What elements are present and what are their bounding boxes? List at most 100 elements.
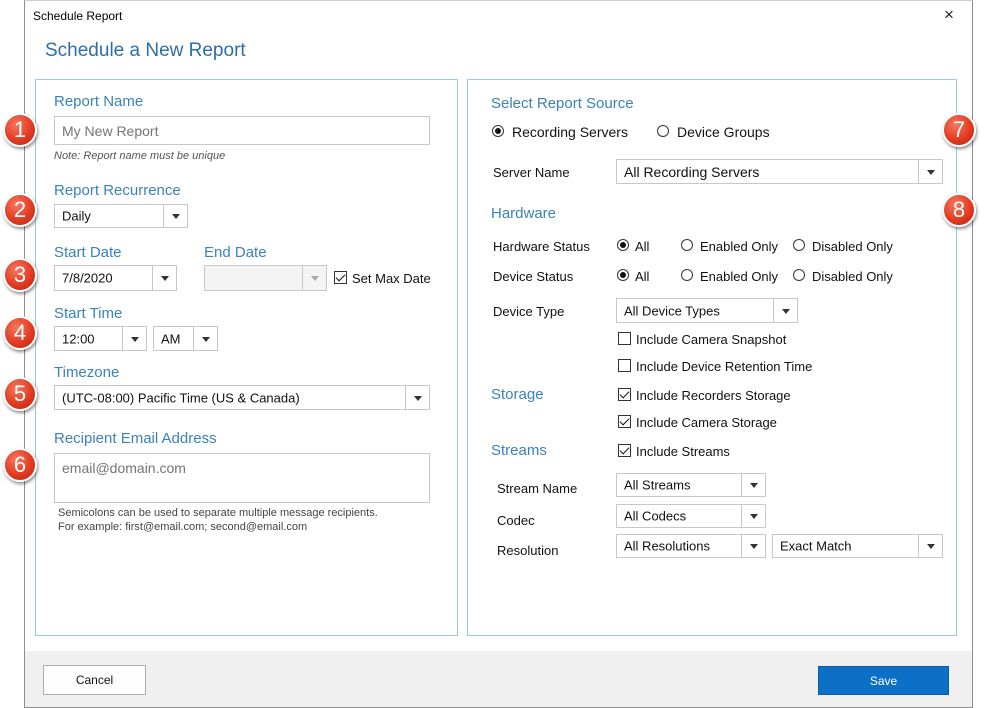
ampm-dropdown[interactable]: AM (153, 326, 218, 351)
cancel-button[interactable]: Cancel (43, 665, 146, 695)
include-snapshot-checkbox[interactable] (618, 332, 631, 345)
callout-badge-2: 2 (3, 193, 37, 227)
device-type-value: All Device Types (624, 303, 720, 318)
timezone-value: (UTC-08:00) Pacific Time (US & Canada) (62, 390, 300, 405)
hardware-status-enabled-label[interactable]: Enabled Only (700, 239, 778, 254)
resolution-value: All Resolutions (624, 538, 710, 554)
callout-badge-3: 3 (3, 258, 37, 292)
dialog-window: Schedule Report × Schedule a New Report … (24, 0, 973, 708)
storage-label: Storage (491, 386, 544, 403)
dialog-footer: Cancel Save (25, 651, 972, 707)
chevron-down-icon[interactable] (918, 535, 942, 557)
recurrence-label: Report Recurrence (54, 182, 181, 199)
include-snapshot-label[interactable]: Include Camera Snapshot (636, 332, 786, 347)
recipient-hint-line2: For example: first@email.com; second@ema… (58, 521, 308, 533)
include-retention-checkbox[interactable] (618, 359, 631, 372)
server-name-value: All Recording Servers (624, 163, 760, 180)
callout-badge-1: 1 (3, 113, 37, 147)
report-name-note: Note: Report name must be unique (54, 150, 226, 162)
set-max-date-checkbox[interactable] (334, 271, 347, 284)
hardware-status-disabled-label[interactable]: Disabled Only (812, 239, 893, 254)
chevron-down-icon[interactable] (773, 299, 797, 322)
device-status-all-label[interactable]: All (635, 269, 649, 284)
device-type-label: Device Type (493, 304, 565, 319)
report-name-input[interactable] (54, 116, 430, 145)
hardware-label: Hardware (491, 205, 557, 222)
hardware-status-label: Hardware Status (493, 239, 590, 254)
chevron-down-icon[interactable] (741, 474, 765, 496)
device-status-enabled-label[interactable]: Enabled Only (700, 269, 778, 284)
chevron-down-icon[interactable] (163, 205, 187, 227)
chevron-down-icon[interactable] (741, 505, 765, 527)
save-button[interactable]: Save (818, 666, 949, 695)
start-date-picker[interactable]: 7/8/2020 (54, 265, 177, 291)
include-retention-label[interactable]: Include Device Retention Time (636, 359, 812, 374)
server-name-label: Server Name (493, 165, 570, 180)
resolution-dropdown[interactable]: All Resolutions (616, 534, 766, 558)
codec-dropdown[interactable]: All Codecs (616, 504, 766, 528)
page-title: Schedule a New Report (45, 40, 246, 61)
device-status-disabled-radio[interactable] (793, 269, 805, 281)
start-time-dropdown[interactable]: 12:00 (54, 326, 147, 351)
chevron-down-icon[interactable] (193, 327, 217, 350)
recording-servers-label[interactable]: Recording Servers (512, 124, 628, 140)
device-groups-radio[interactable] (657, 125, 669, 137)
close-button[interactable]: × (930, 1, 972, 33)
streams-label: Streams (491, 442, 547, 459)
device-status-disabled-label[interactable]: Disabled Only (812, 269, 893, 284)
callout-badge-8: 8 (942, 193, 976, 227)
stream-name-value: All Streams (624, 477, 691, 493)
device-groups-label[interactable]: Device Groups (677, 124, 770, 140)
start-time-value: 12:00 (62, 331, 95, 346)
device-status-enabled-radio[interactable] (681, 269, 693, 281)
timezone-dropdown[interactable]: (UTC-08:00) Pacific Time (US & Canada) (54, 385, 430, 410)
stream-name-dropdown[interactable]: All Streams (616, 473, 766, 497)
codec-value: All Codecs (624, 508, 687, 524)
recipient-email-input[interactable] (54, 453, 430, 503)
title-bar: Schedule Report × (25, 1, 972, 33)
server-name-dropdown[interactable]: All Recording Servers (616, 159, 943, 184)
resolution-label: Resolution (497, 543, 559, 558)
hardware-status-all-label[interactable]: All (635, 239, 649, 254)
chevron-down-icon[interactable] (152, 266, 176, 290)
end-date-picker[interactable] (204, 265, 327, 291)
start-date-value: 7/8/2020 (62, 270, 113, 286)
start-date-label: Start Date (54, 244, 122, 261)
stream-name-label: Stream Name (497, 481, 578, 496)
include-camera-storage-checkbox[interactable] (618, 415, 631, 428)
include-streams-checkbox[interactable] (618, 444, 631, 457)
recording-servers-radio[interactable] (492, 125, 504, 137)
end-date-label: End Date (204, 244, 267, 261)
report-name-label: Report Name (54, 93, 144, 110)
start-time-label: Start Time (54, 305, 123, 322)
callout-badge-5: 5 (3, 377, 37, 411)
resolution-match-value: Exact Match (780, 538, 852, 554)
hardware-status-all-radio[interactable] (617, 239, 629, 251)
set-max-date-label[interactable]: Set Max Date (352, 271, 431, 286)
include-streams-label[interactable]: Include Streams (636, 444, 730, 459)
recurrence-value: Daily (62, 208, 91, 224)
hardware-status-disabled-radio[interactable] (793, 239, 805, 251)
chevron-down-icon[interactable] (122, 327, 146, 350)
recipient-hint-line1: Semicolons can be used to separate multi… (58, 507, 378, 519)
chevron-down-icon[interactable] (741, 535, 765, 557)
resolution-match-dropdown[interactable]: Exact Match (772, 534, 943, 558)
include-recorders-storage-label[interactable]: Include Recorders Storage (636, 388, 791, 403)
include-recorders-storage-checkbox[interactable] (618, 388, 631, 401)
timezone-label: Timezone (54, 364, 120, 381)
device-status-all-radio[interactable] (617, 269, 629, 281)
chevron-down-icon[interactable] (918, 160, 942, 183)
ampm-value: AM (161, 331, 181, 346)
device-type-dropdown[interactable]: All Device Types (616, 298, 798, 323)
recipient-label: Recipient Email Address (54, 430, 217, 447)
recurrence-dropdown[interactable]: Daily (54, 204, 188, 228)
chevron-down-icon[interactable] (302, 266, 326, 290)
callout-badge-7: 7 (942, 113, 976, 147)
window-title: Schedule Report (33, 9, 123, 23)
include-camera-storage-label[interactable]: Include Camera Storage (636, 415, 777, 430)
hardware-status-enabled-radio[interactable] (681, 239, 693, 251)
codec-label: Codec (497, 513, 535, 528)
left-panel: Report Name Note: Report name must be un… (35, 79, 458, 636)
chevron-down-icon[interactable] (405, 386, 429, 409)
close-icon[interactable]: × (944, 5, 954, 25)
